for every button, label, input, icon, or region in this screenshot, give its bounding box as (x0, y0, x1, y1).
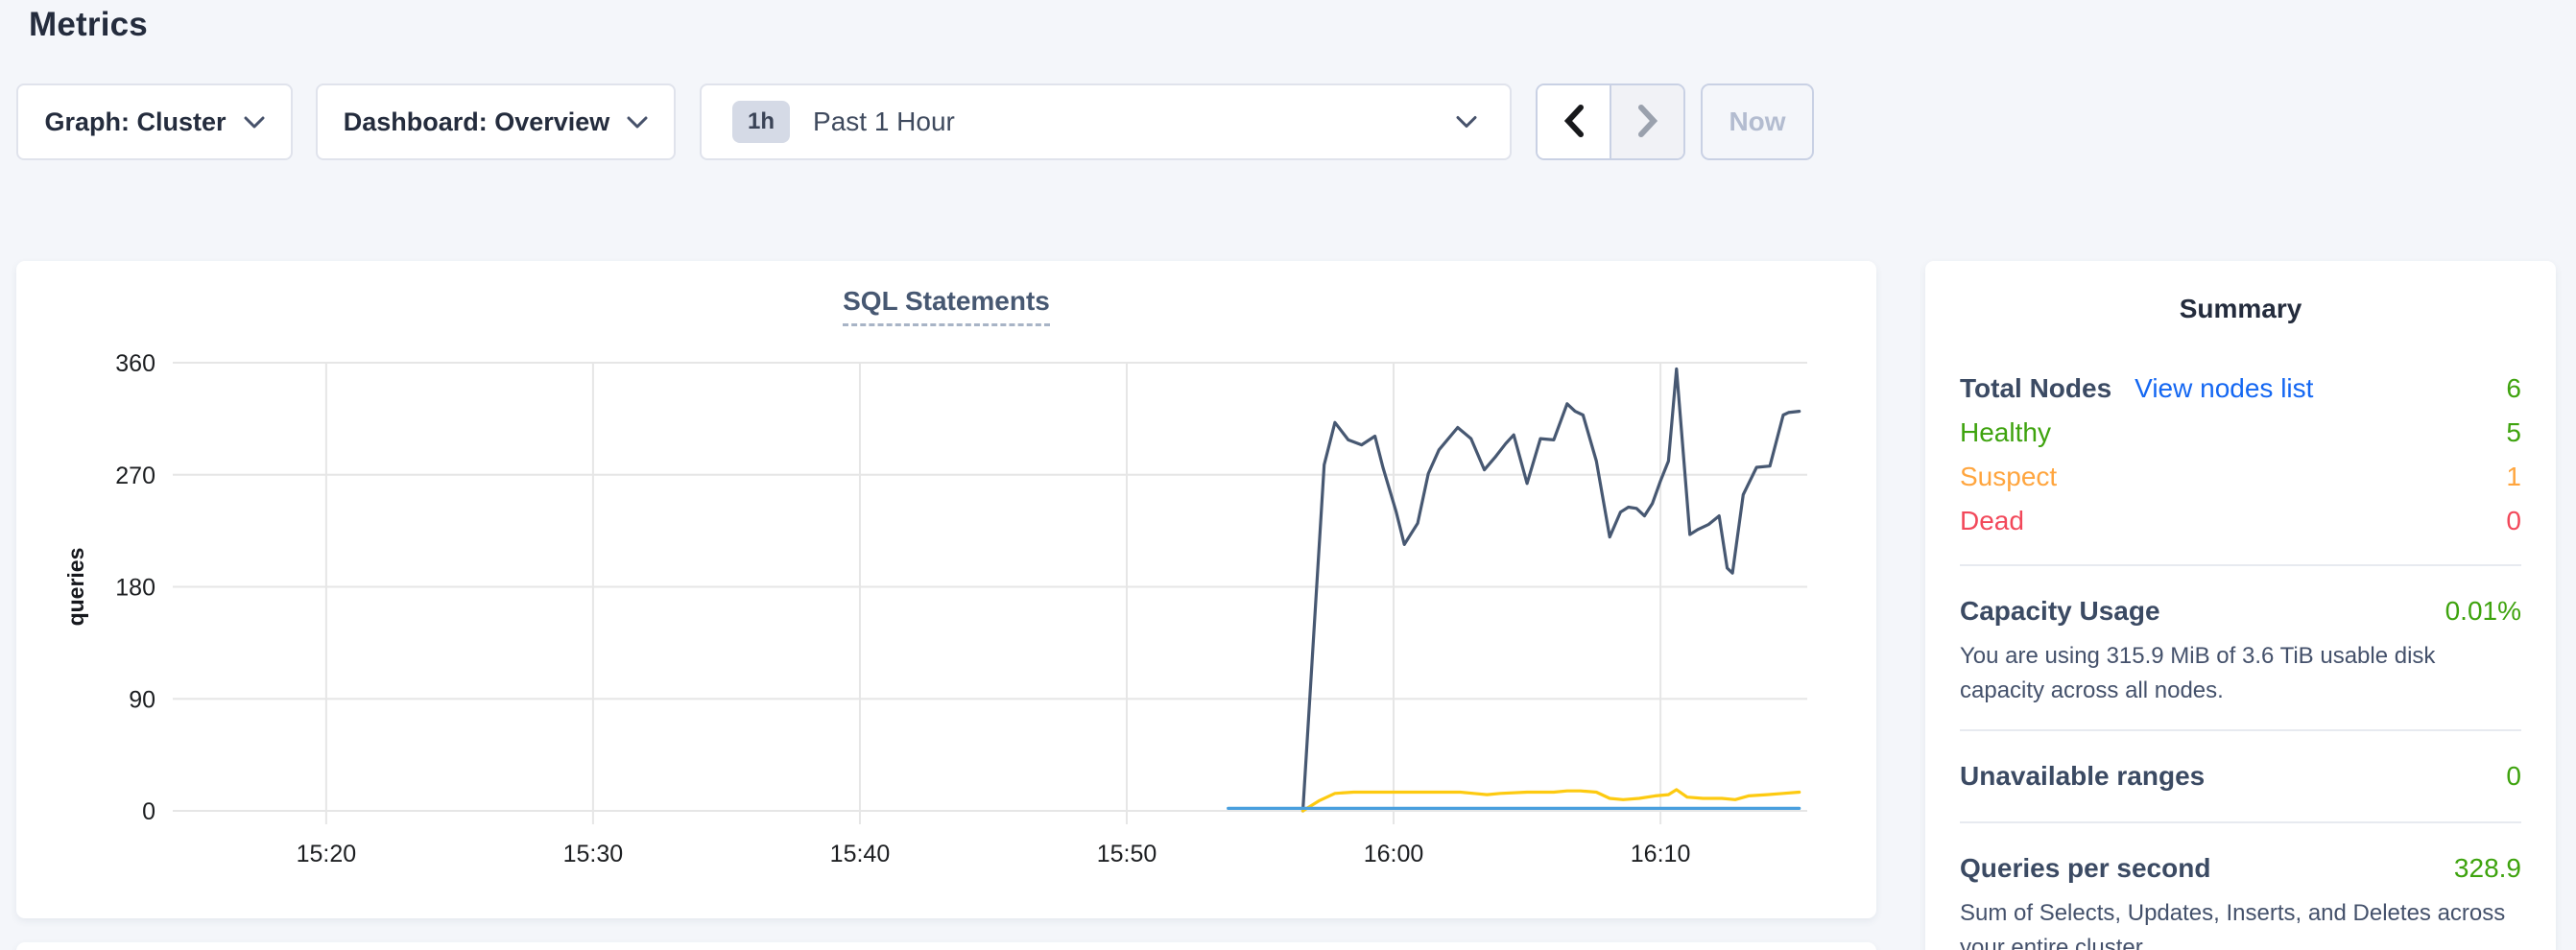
x-tick-label: 16:10 (1631, 841, 1691, 867)
chevron-right-icon (1638, 105, 1658, 140)
sql-statements-chart[interactable]: 15:20 15:30 15:40 15:50 16:00 16:10 0 90 180 270 3… (16, 261, 1876, 918)
queries-per-second-description: Sum of Selects, Updates, Inserts, and De… (1960, 896, 2521, 950)
y-tick-label: 0 (142, 798, 155, 825)
y-tick-label: 360 (115, 350, 155, 377)
sql-statements-card: SQL Statements 15:20 15:30 15:40 15:50 16:00… (16, 261, 1876, 918)
graph-dropdown-label: Graph: Cluster (44, 107, 226, 137)
time-range-selector[interactable]: 1h Past 1 Hour (700, 83, 1512, 160)
capacity-usage-description: You are using 315.9 MiB of 3.6 TiB usabl… (1960, 639, 2521, 708)
y-tick-label: 270 (115, 463, 155, 489)
chevron-down-icon (244, 116, 265, 129)
x-tick-label: 16:00 (1364, 841, 1424, 867)
node-status-row: Healthy 5 (1960, 411, 2521, 455)
node-status-value: 0 (2506, 506, 2521, 536)
capacity-usage-row: Capacity Usage 0.01% (1960, 587, 2521, 635)
unavailable-ranges-label: Unavailable ranges (1960, 761, 2205, 792)
series-line-navy (1303, 369, 1800, 812)
node-status-value: 5 (2506, 417, 2521, 448)
time-step-buttons (1536, 83, 1685, 160)
summary-title: Summary (1960, 294, 2521, 324)
x-tick-label: 15:20 (297, 841, 357, 867)
chevron-left-icon (1564, 105, 1584, 140)
divider (1960, 821, 2521, 823)
time-range-label: Past 1 Hour (813, 107, 955, 137)
total-nodes-label: Total Nodes (1960, 373, 2111, 404)
chart-title-wrap: SQL Statements (16, 286, 1876, 326)
view-nodes-list-link[interactable]: View nodes list (2135, 373, 2313, 404)
chevron-down-icon (627, 116, 648, 129)
chart-title[interactable]: SQL Statements (843, 286, 1050, 326)
node-status-rows: Healthy 5 Suspect 1 Dead 0 (1960, 411, 2521, 543)
node-status-row: Dead 0 (1960, 499, 2521, 543)
summary-panel: Summary Total Nodes View nodes list 6 He… (1925, 261, 2556, 950)
capacity-usage-label: Capacity Usage (1960, 596, 2160, 627)
x-tick-label: 15:50 (1097, 841, 1157, 867)
unavailable-ranges-value: 0 (2506, 761, 2521, 792)
step-forward-button[interactable] (1610, 85, 1683, 158)
step-back-button[interactable] (1538, 85, 1610, 158)
next-chart-card (16, 942, 1876, 950)
total-nodes-value: 6 (2506, 373, 2521, 404)
y-tick-label: 90 (129, 686, 155, 713)
x-tick-label: 15:30 (563, 841, 624, 867)
chevron-down-icon (1456, 116, 1477, 129)
graph-dropdown[interactable]: Graph: Cluster (16, 83, 293, 160)
dashboard-dropdown-label: Dashboard: Overview (344, 107, 610, 137)
queries-per-second-label: Queries per second (1960, 853, 2210, 884)
queries-per-second-row: Queries per second 328.9 (1960, 844, 2521, 892)
now-button[interactable]: Now (1701, 83, 1814, 160)
queries-per-second-value: 328.9 (2454, 853, 2521, 884)
metrics-page: Metrics Graph: Cluster Dashboard: Overvi… (0, 0, 2576, 950)
time-range-badge: 1h (732, 101, 790, 143)
total-nodes-row: Total Nodes View nodes list 6 (1960, 367, 2521, 411)
x-tick-label: 15:40 (830, 841, 891, 867)
dashboard-dropdown[interactable]: Dashboard: Overview (316, 83, 676, 160)
unavailable-ranges-row: Unavailable ranges 0 (1960, 752, 2521, 800)
node-status-row: Suspect 1 (1960, 455, 2521, 499)
divider (1960, 729, 2521, 731)
page-title: Metrics (29, 6, 148, 44)
y-axis-label: queries (63, 548, 88, 627)
node-status-value: 1 (2506, 462, 2521, 492)
divider (1960, 564, 2521, 566)
node-status-label: Suspect (1960, 462, 2057, 492)
node-status-label: Dead (1960, 506, 2024, 536)
y-tick-label: 180 (115, 575, 155, 602)
node-status-label: Healthy (1960, 417, 2051, 448)
capacity-usage-value: 0.01% (2445, 596, 2521, 627)
